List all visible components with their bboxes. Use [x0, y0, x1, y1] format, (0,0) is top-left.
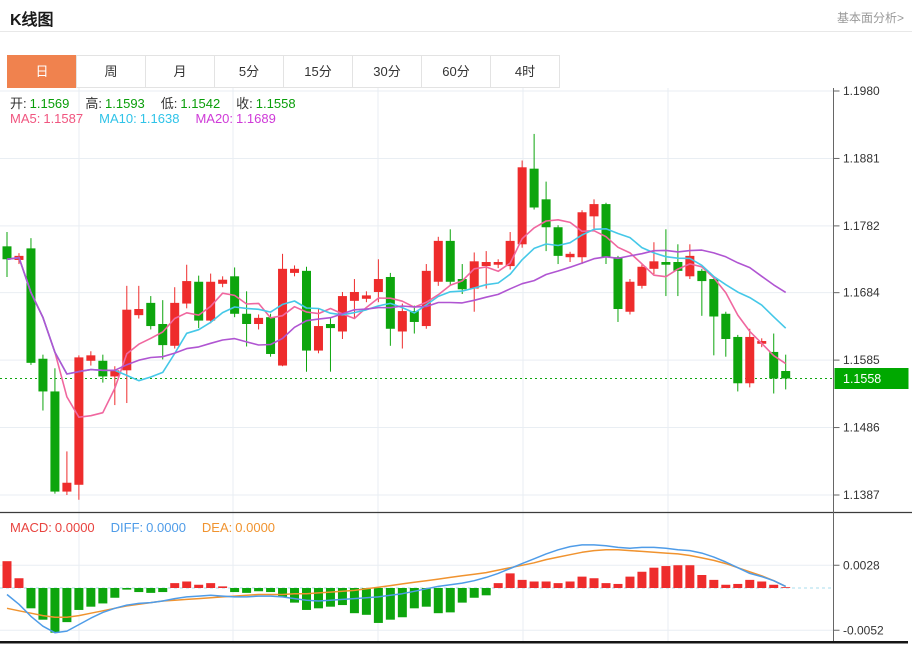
ma-legend: MA5:1.1587 MA10:1.1638 MA20:1.1689 — [10, 111, 292, 126]
y-axis-label: 1.1486 — [843, 421, 880, 435]
y-axis-label: 1.1980 — [843, 84, 880, 98]
macd-legend: MACD:0.0000 DIFF:0.0000 DEA:0.0000 — [10, 520, 291, 535]
y-axis-label: 1.1684 — [843, 286, 880, 300]
tab-week[interactable]: 周 — [76, 55, 146, 88]
current-price-tag-label: 1.1558 — [843, 372, 881, 386]
page-title: K线图 — [10, 6, 54, 30]
ohlc-item-2: 低:1.1542 — [161, 96, 220, 111]
tab-15min[interactable]: 15分 — [283, 55, 353, 88]
ma-item-1: MA10:1.1638 — [99, 111, 179, 126]
y-axis-label: 1.1585 — [843, 353, 880, 367]
y-axis-label: 0.0028 — [843, 558, 880, 572]
y-axis-label: 1.1782 — [843, 219, 880, 233]
ma-item-0: MA5:1.1587 — [10, 111, 83, 126]
macd-item-2: DEA:0.0000 — [202, 520, 275, 535]
tab-month[interactable]: 月 — [145, 55, 215, 88]
y-axis-label: 1.1881 — [843, 151, 880, 165]
tab-4hour[interactable]: 4时 — [490, 55, 560, 88]
tab-day[interactable]: 日 — [7, 55, 77, 88]
ohlc-item-1: 高:1.1593 — [85, 96, 144, 111]
ma-item-2: MA20:1.1689 — [195, 111, 275, 126]
fundamental-analysis-link[interactable]: 基本面分析> — [837, 9, 904, 26]
ohlc-legend: 开:1.1569 高:1.1593 低:1.1542 收:1.1558 — [10, 93, 312, 112]
tab-5min[interactable]: 5分 — [214, 55, 284, 88]
macd-item-1: DIFF:0.0000 — [111, 520, 186, 535]
ohlc-item-0: 开:1.1569 — [10, 96, 69, 111]
tab-60min[interactable]: 60分 — [421, 55, 491, 88]
tab-30min[interactable]: 30分 — [352, 55, 422, 88]
macd-item-0: MACD:0.0000 — [10, 520, 95, 535]
y-axis-label: 1.1387 — [843, 488, 880, 502]
kline-app: 1.1980 1.1881 1.1782 1.1684 1.1585 1.1486 1.13… — [0, 0, 912, 645]
period-tab-bar: 日周月5分15分30分60分4时 — [8, 55, 560, 88]
ohlc-item-3: 收:1.1558 — [236, 96, 295, 111]
y-axis-label: -0.0052 — [843, 623, 884, 637]
header: K线图 基本面分析> — [0, 0, 912, 32]
